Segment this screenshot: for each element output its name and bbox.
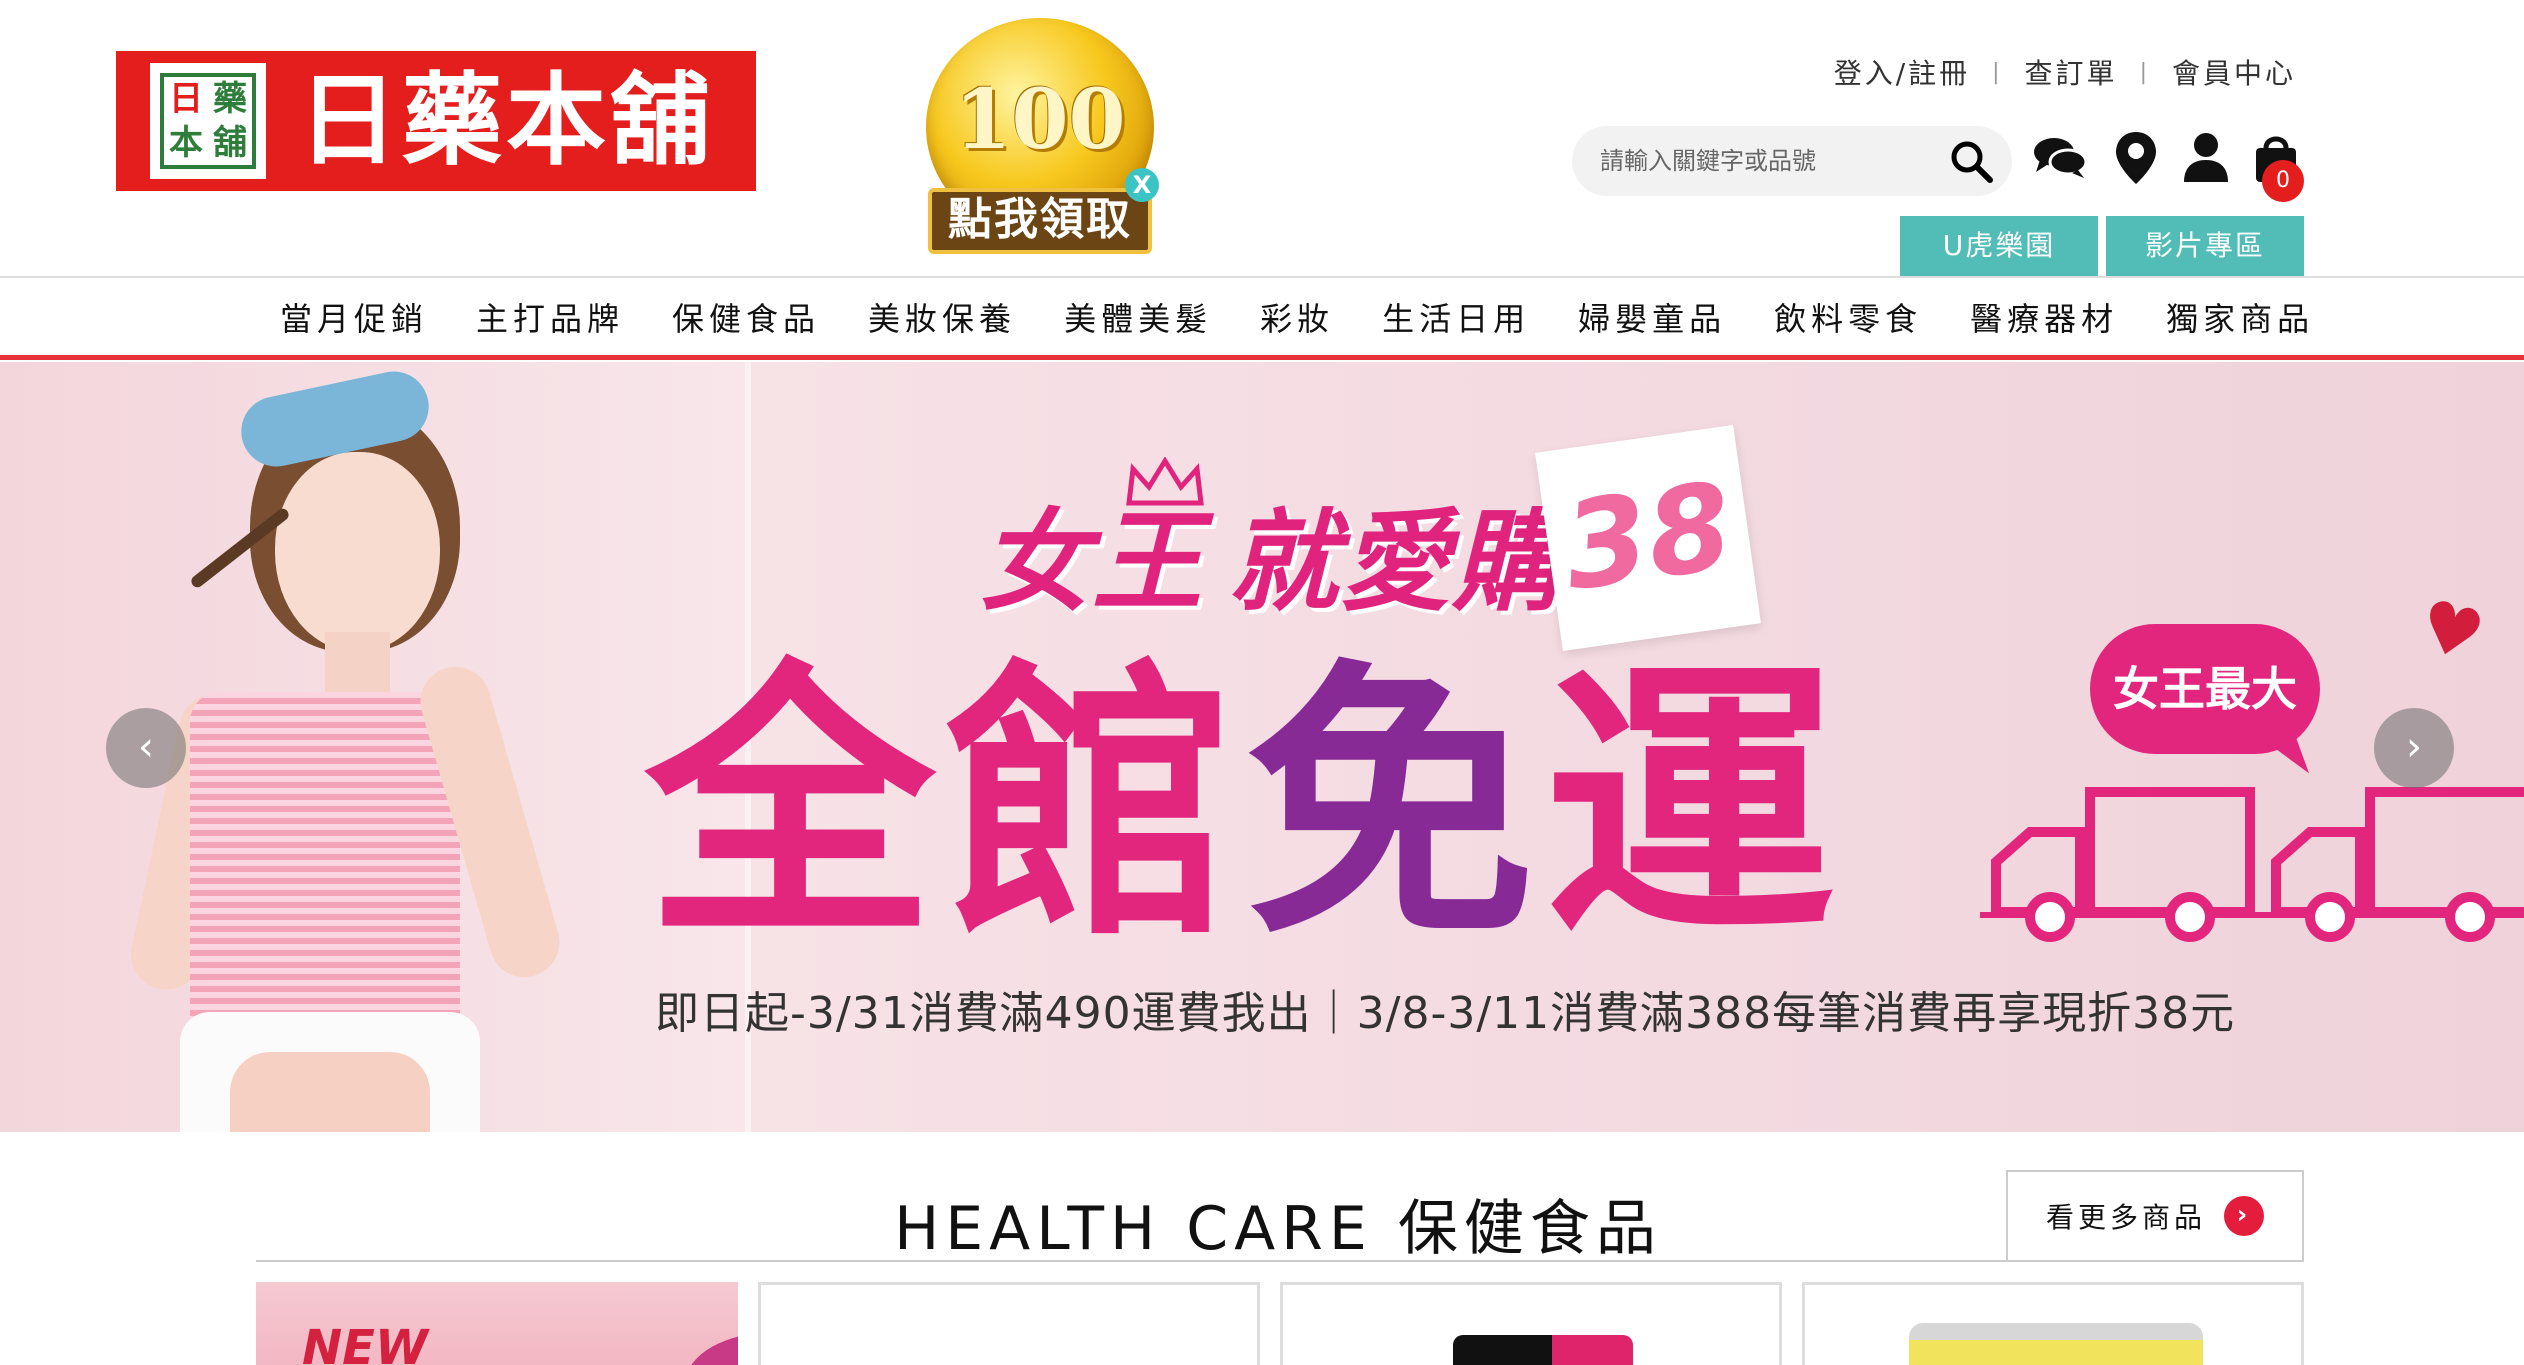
nav-item-makeup[interactable]: 彩妝: [1260, 294, 1334, 340]
banner-next-arrow[interactable]: ›: [2374, 708, 2454, 788]
banner-main-part: 免: [1245, 638, 1545, 975]
search-input[interactable]: [1600, 136, 1910, 186]
user-icon[interactable]: [2176, 128, 2236, 188]
video-zone-button[interactable]: 影片專區: [2106, 216, 2304, 276]
banner-38-tag: 38: [1535, 425, 1761, 651]
see-more-label: 看更多商品: [2045, 1201, 2206, 1234]
nav-item-daily-goods[interactable]: 生活日用: [1382, 294, 1530, 340]
separator: |: [2139, 59, 2150, 85]
location-icon[interactable]: [2106, 128, 2166, 188]
logo-mark-char: 藥: [213, 79, 247, 119]
top-links: 登入/註冊 | 查訂單 | 會員中心: [1834, 52, 2296, 92]
nav-item-health-food[interactable]: 保健食品: [672, 294, 820, 340]
banner-main-part: 全館: [645, 638, 1245, 975]
logo-mark-char: 日: [169, 79, 203, 119]
nav-item-body-hair[interactable]: 美體美髮: [1064, 294, 1212, 340]
u-tiger-park-button[interactable]: U虎樂園: [1900, 216, 2098, 276]
member-center-link[interactable]: 會員中心: [2172, 52, 2296, 92]
nav-item-brands[interactable]: 主打品牌: [476, 294, 624, 340]
coin-label: 點我領取$: [928, 188, 1152, 301]
banner-headline-b: 就愛購: [1228, 498, 1564, 626]
product-card[interactable]: [1280, 1282, 1782, 1365]
search-icon[interactable]: [1948, 138, 1994, 184]
search-bar: [1572, 126, 2012, 196]
nav-item-skincare[interactable]: 美妝保養: [868, 294, 1016, 340]
nav-item-exclusive[interactable]: 獨家商品: [2166, 294, 2314, 340]
coin-close-button[interactable]: X: [1125, 168, 1159, 202]
banner-headline: 女王 就愛購: [980, 472, 1564, 632]
login-link[interactable]: 登入/註冊: [1834, 52, 1970, 92]
nav-item-medical[interactable]: 醫療器材: [1970, 294, 2118, 340]
product-card[interactable]: NEW: [256, 1282, 738, 1365]
product-card[interactable]: [1802, 1282, 2304, 1365]
logo-text: 日藥本舖: [298, 62, 714, 179]
site-logo[interactable]: 日 藥 本 舖 日藥本舖: [116, 51, 756, 191]
section-divider: [256, 1260, 2304, 1262]
main-nav: 當月促銷 主打品牌 保健食品 美妝保養 美體美髮 彩妝 生活日用 婦嬰童品 飲料…: [0, 276, 2524, 360]
cart-count-badge: 0: [2262, 160, 2304, 202]
banner-prev-arrow[interactable]: ‹: [106, 708, 186, 788]
product-image: [1909, 1323, 2203, 1365]
product-image: [686, 1332, 738, 1365]
truck-icon: [1991, 787, 2255, 942]
see-more-button[interactable]: 看更多商品 ›: [2006, 1170, 2304, 1262]
nav-item-monthly-promo[interactable]: 當月促銷: [280, 294, 428, 340]
logo-mark-char: 舖: [213, 123, 247, 163]
banner-main-part: 運: [1545, 638, 1845, 975]
truck-icon: [2271, 787, 2524, 942]
logo-mark: 日 藥 本 舖: [150, 63, 266, 179]
order-query-link[interactable]: 查訂單: [2025, 52, 2118, 92]
logo-mark-char: 本: [169, 123, 203, 163]
hero-banner[interactable]: 女王 就愛購 38 全館免運 女王最大 ♥ 即日起-3/31消費滿490運費我出｜…: [0, 362, 2524, 1132]
banner-main-text: 全館免運: [645, 662, 1845, 952]
heart-icon: ♥: [2410, 583, 2493, 679]
nav-item-snacks[interactable]: 飲料零食: [1774, 294, 1922, 340]
new-badge: NEW: [302, 1320, 428, 1365]
product-card[interactable]: [758, 1282, 1260, 1365]
coin-amount: 100: [954, 72, 1126, 168]
product-image: [1453, 1335, 1633, 1365]
banner-subtitle: 即日起-3/31消費滿490運費我出｜3/8-3/11消費滿388每筆消費再享現…: [655, 988, 2236, 1039]
chat-icon[interactable]: [2030, 128, 2090, 188]
separator: |: [1992, 59, 2003, 85]
nav-item-baby[interactable]: 婦嬰童品: [1578, 294, 1726, 340]
banner-headline-a: 女王: [980, 498, 1204, 626]
coin-promo[interactable]: 100 點我領取$: [920, 10, 1160, 301]
chevron-right-icon: ›: [2224, 1196, 2264, 1236]
